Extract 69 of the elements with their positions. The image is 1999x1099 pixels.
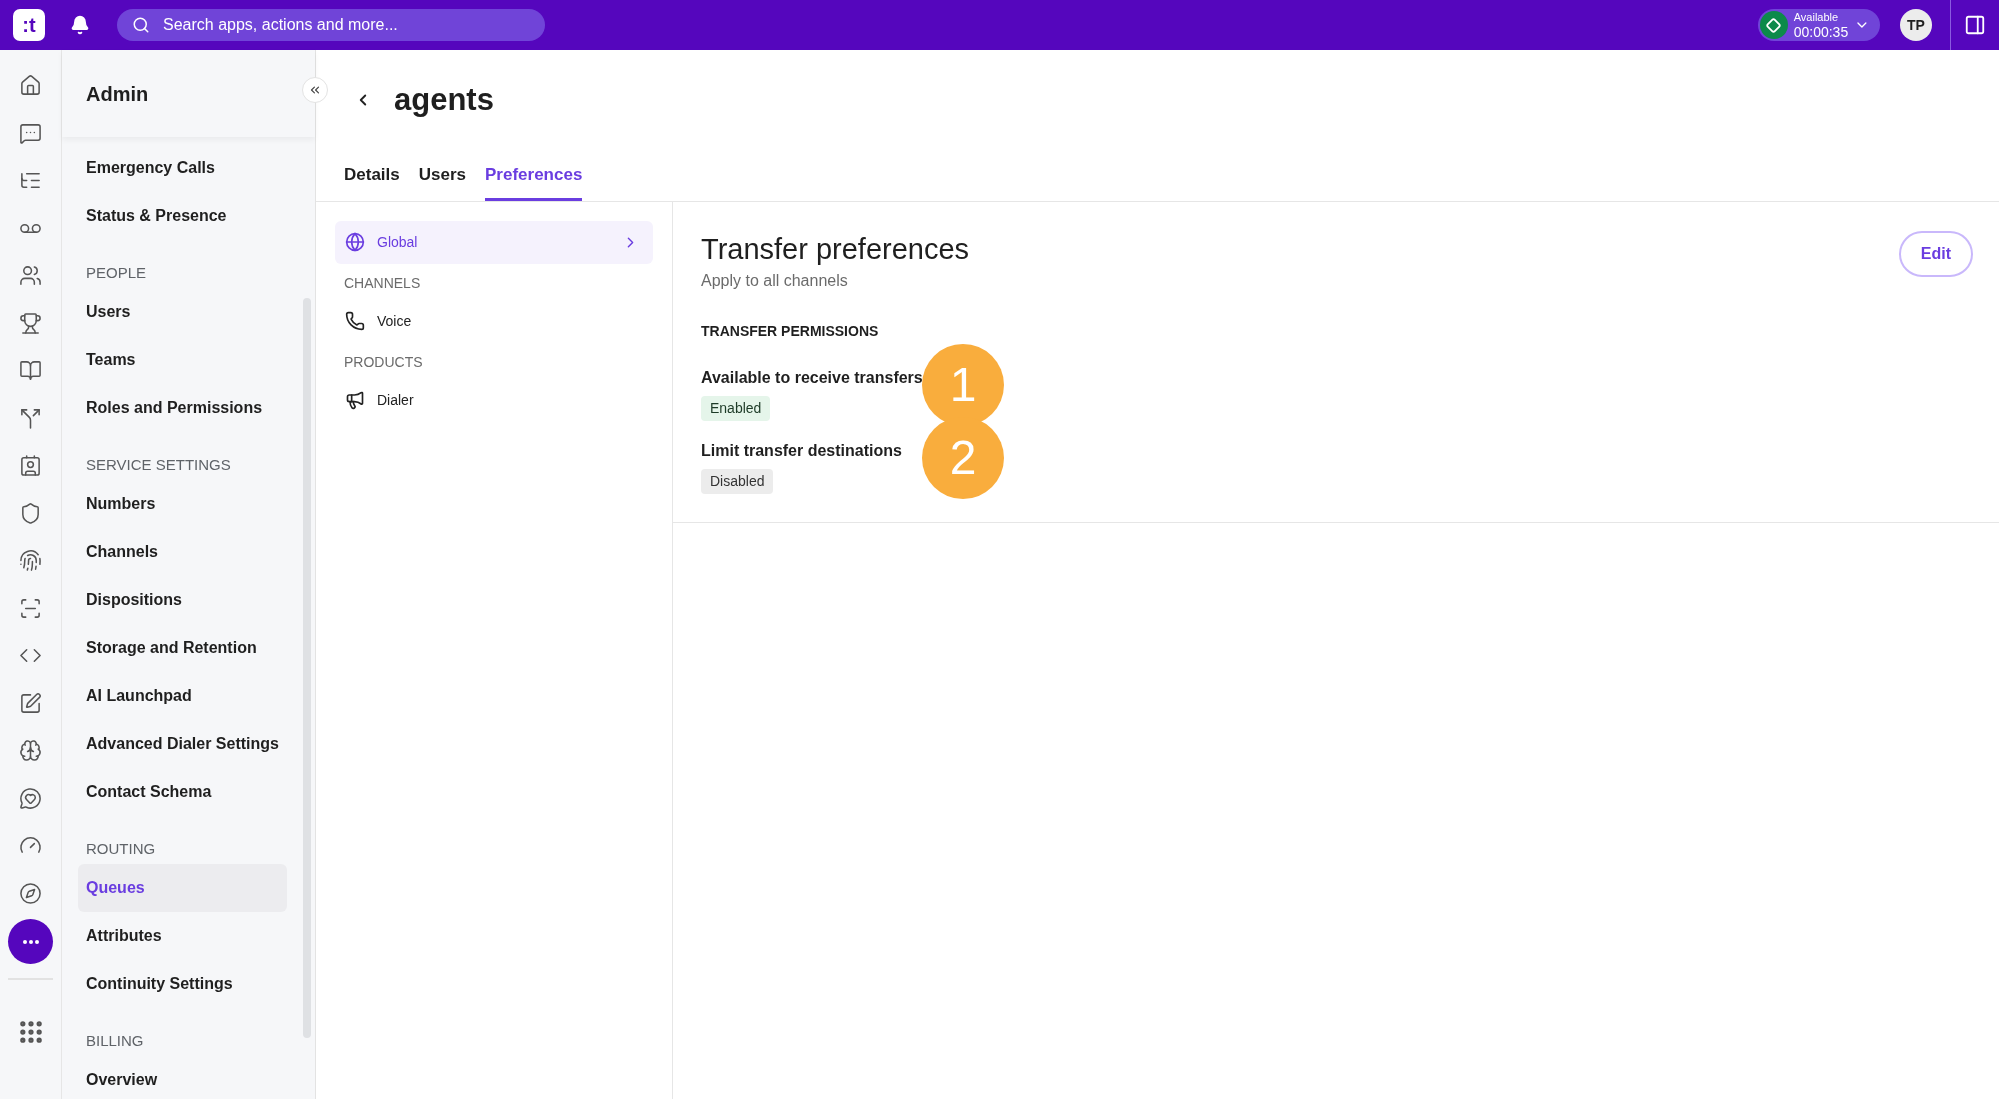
sidebar-item[interactable]: Users — [78, 288, 287, 336]
megaphone-icon — [345, 390, 365, 410]
sidebar-item[interactable]: Numbers — [78, 480, 287, 528]
section-heading: TRANSFER PERMISSIONS — [701, 321, 880, 341]
sidebar-item[interactable]: Emergency Calls — [78, 144, 287, 192]
sidebar-item[interactable]: Queues — [78, 864, 287, 912]
split-icon[interactable] — [19, 406, 42, 430]
setting-label: Available to receive transfers — [701, 367, 923, 388]
people-icon[interactable] — [19, 264, 42, 288]
subnav-item[interactable]: Global — [335, 220, 653, 264]
book-icon[interactable] — [19, 359, 42, 383]
sidebar-item[interactable]: AI Launchpad — [78, 672, 287, 720]
more-button[interactable] — [8, 919, 53, 964]
user-avatar[interactable]: TP — [1900, 9, 1932, 41]
fingerprint-icon[interactable] — [19, 549, 42, 573]
status-tag: Enabled — [701, 395, 771, 421]
sidebar-section-heading: BILLING — [86, 1030, 144, 1051]
sidebar-item[interactable]: Continuity Settings — [78, 960, 287, 1008]
collapse-icon — [308, 83, 322, 97]
sidebar-item[interactable]: Attributes — [78, 912, 287, 960]
available-status-icon — [1760, 11, 1788, 39]
sidebar-item[interactable]: Advanced Dialer Settings — [78, 720, 287, 768]
home-icon[interactable] — [19, 74, 42, 98]
phone-icon — [345, 311, 365, 331]
tab[interactable]: Preferences — [485, 160, 583, 201]
sidebar-item[interactable]: Dispositions — [78, 576, 287, 624]
sidebar-item[interactable]: Overview — [78, 1056, 287, 1099]
search-icon — [132, 16, 150, 34]
sidebar-item[interactable]: Status & Presence — [78, 192, 287, 240]
sidebar-item[interactable]: Channels — [78, 528, 287, 576]
setting-label: Limit transfer destinations — [701, 440, 902, 461]
edit-button[interactable]: Edit — [1898, 230, 1973, 277]
sidebar-section-heading: PEOPLE — [86, 262, 147, 283]
ellipsis-icon — [22, 939, 39, 944]
app-logo[interactable]: :t — [13, 9, 45, 41]
trophy-icon[interactable] — [19, 311, 42, 335]
contact-card-icon[interactable] — [19, 454, 42, 478]
subnav-item[interactable]: Dialer — [335, 378, 653, 422]
sidebar-section-heading: SERVICE SETTINGS — [86, 454, 231, 475]
search-field[interactable]: Search apps, actions and more... — [117, 9, 545, 41]
scan-icon[interactable] — [19, 596, 42, 620]
sidebar-item[interactable]: Storage and Retention — [78, 624, 287, 672]
panel-title: Transfer preferences — [701, 231, 971, 267]
panel-toggle-icon[interactable] — [1964, 14, 1986, 36]
sidebar-item[interactable]: Roles and Permissions — [78, 384, 287, 432]
chat-icon[interactable] — [19, 121, 42, 145]
subnav-item[interactable]: Voice — [335, 299, 653, 343]
edit-icon[interactable] — [19, 691, 42, 715]
subnav-heading: CHANNELS — [344, 274, 421, 293]
shield-icon[interactable] — [19, 501, 42, 525]
globe-icon — [345, 232, 365, 252]
brain-icon[interactable] — [19, 739, 42, 763]
sidebar-title: Admin — [86, 81, 149, 107]
notifications-icon[interactable] — [70, 15, 90, 35]
sidebar-section-heading: ROUTING — [86, 838, 156, 859]
compass-icon[interactable] — [19, 881, 42, 905]
status-timer: 00:00:35 — [1793, 24, 1849, 39]
page-title: agents — [394, 80, 494, 119]
status-selector[interactable]: Available 00:00:35 — [1758, 9, 1880, 41]
collapse-sidebar-button[interactable] — [302, 77, 328, 103]
sidebar-item[interactable]: Contact Schema — [78, 768, 287, 816]
tab[interactable]: Details — [344, 160, 400, 201]
panel-subtitle: Apply to all channels — [701, 270, 849, 291]
sidebar-item[interactable]: Teams — [78, 336, 287, 384]
speech-bubble-icon[interactable] — [19, 786, 42, 810]
status-tag: Disabled — [701, 468, 774, 494]
status-label: Available — [1793, 11, 1839, 23]
subnav-heading: PRODUCTS — [344, 353, 423, 372]
tab[interactable]: Users — [418, 160, 466, 201]
